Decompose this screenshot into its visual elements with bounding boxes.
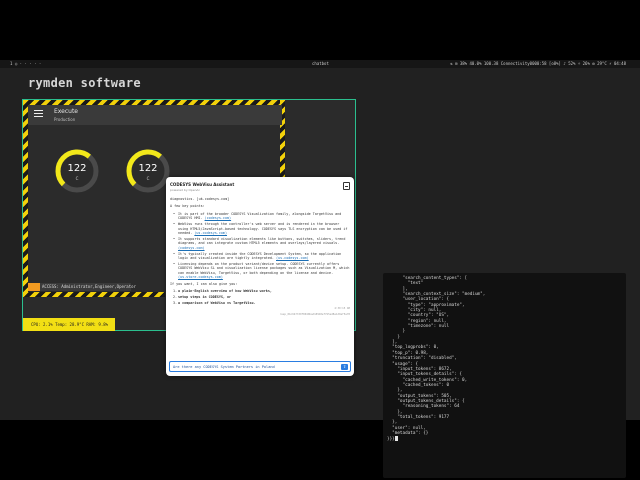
terminal-line: "user_location": { xyxy=(387,297,450,303)
option-text: a comparison of WebVisu vs TargetVisu. xyxy=(178,300,256,305)
response-id: resp_0bc6b77d9f8040bad189d0ef7b5ed8e1d9e… xyxy=(279,312,350,316)
source-link[interactable]: (us.store.codesys.com) xyxy=(178,275,223,279)
chat-header: CODESYS WebVisu Assistant powered by Ope… xyxy=(166,177,354,195)
message-input[interactable] xyxy=(173,363,333,371)
hazard-stripe-left xyxy=(23,100,28,293)
terminal-line: }, xyxy=(387,409,403,415)
hamburger-menu-icon[interactable] xyxy=(34,110,43,118)
list-item: It's typically created inside the CODESY… xyxy=(173,252,350,261)
hazard-stripe-bottom xyxy=(23,292,165,297)
gauge-unit: C xyxy=(146,176,150,181)
user-icon[interactable] xyxy=(28,283,40,291)
terminal-line: "user": null, xyxy=(387,425,426,431)
chat-input-box[interactable]: ⇧ xyxy=(169,361,351,372)
message-time: 4:39:15 AM xyxy=(334,307,350,311)
terminal-line: ], xyxy=(387,286,408,292)
option-text: a plain-English overview of how WebVisu … xyxy=(178,288,272,293)
chat-panel[interactable]: CODESYS WebVisu Assistant powered by Ope… xyxy=(166,177,354,376)
system-tray[interactable]: ⇅ ⊞ 38% 40.0% 100.38 Connectivity0000:58… xyxy=(450,60,626,68)
list-item: 2. setup steps in CODESYS, or xyxy=(173,294,232,299)
temperature-gauge: 122 C xyxy=(54,148,100,194)
terminal-line: "reasoning_tokens": 64 xyxy=(387,404,460,410)
chat-title: CODESYS WebVisu Assistant xyxy=(170,182,235,187)
list-item: It supports standard visualization eleme… xyxy=(173,237,350,250)
source-link[interactable]: (codesys.com) xyxy=(205,216,232,220)
terminal-output: "search_content_types": [ "text" ], "sea… xyxy=(387,276,485,443)
point-text: It's typically created inside the CODESY… xyxy=(178,251,342,260)
terminal-line: }, xyxy=(387,420,398,426)
terminal-line: "output_tokens": 505, xyxy=(387,393,452,399)
hmi-header: Execute Production xyxy=(28,105,282,125)
access-roles: ACCESS: Administrator,Engineer,Operator xyxy=(42,284,136,289)
key-points-list: It is part of the broader CODESYS Visual… xyxy=(173,212,350,280)
point-text: It supports standard visualization eleme… xyxy=(178,236,346,246)
system-status-bar: CPU: 2.1% Temp: 28.9°C RAM: 9.8% xyxy=(23,318,115,331)
point-text: Licensing depends on the product variant… xyxy=(178,261,350,275)
terminal-line: }, xyxy=(387,388,403,394)
minimize-chat-icon[interactable] xyxy=(343,182,350,190)
access-bar: ACCESS: Administrator,Engineer,Operator xyxy=(28,283,136,291)
message-intro: diagnostics. [uk.codesys.com] xyxy=(170,197,230,201)
terminal-line: "region": null, xyxy=(387,318,447,324)
list-item: 3. a comparison of WebVisu vs TargetVisu. xyxy=(173,300,256,305)
terminal-cursor xyxy=(394,436,398,442)
option-text: setup steps in CODESYS, or xyxy=(178,294,232,299)
key-points-label: A few key points: xyxy=(170,204,205,209)
terminal-window[interactable]: "search_content_types": [ "text" ], "sea… xyxy=(383,273,626,478)
point-text: It is part of the broader CODESYS Visual… xyxy=(178,211,342,221)
temperature-gauge: 122 C xyxy=(125,148,171,194)
chat-message: diagnostics. [uk.codesys.com] A few key … xyxy=(170,197,350,362)
screen: 1 ◎ · · · · · chatbot ⇅ ⊞ 38% 40.0% 100.… xyxy=(0,0,640,480)
chat-subtitle: powered by OpenAI xyxy=(170,188,200,192)
terminal-line: "input_tokens_details": { xyxy=(387,372,463,378)
terminal-line: "text" xyxy=(387,281,424,287)
brand-title: rymden software xyxy=(28,76,141,90)
source-link[interactable]: (codesys.com) xyxy=(178,246,205,250)
desktop: rymden software Execute Production 122 C xyxy=(0,68,640,478)
terminal-line: "truncation": "disabled", xyxy=(387,356,457,362)
terminal-line: "country": "US", xyxy=(387,313,450,319)
options-list: 1. a plain-English overview of how WebVis… xyxy=(173,289,350,305)
terminal-line: }}} xyxy=(387,437,395,443)
top-status-bar: 1 ◎ · · · · · chatbot ⇅ ⊞ 38% 40.0% 100.… xyxy=(0,60,640,68)
list-item: WebVisu runs through the controller's we… xyxy=(173,222,350,235)
list-item: Licensing depends on the product variant… xyxy=(173,262,350,280)
hmi-subtitle: Production xyxy=(54,117,76,122)
active-app-title: chatbot xyxy=(312,61,329,66)
terminal-line: "metadata": {} xyxy=(387,430,429,436)
upload-arrow-icon: ⇧ xyxy=(342,364,347,369)
terminal-line: "cached_write_tokens": 0, xyxy=(387,377,468,383)
terminal-line: "top_logprobs": 0, xyxy=(387,345,439,351)
hmi-title: Execute xyxy=(54,108,78,115)
send-button[interactable]: ⇧ xyxy=(341,364,348,370)
gauge-unit: C xyxy=(75,176,79,181)
gauge-value: 122 xyxy=(67,163,87,174)
offer-text: If you want, I can also give you: xyxy=(170,281,238,286)
terminal-line: "type": "approximate", xyxy=(387,302,465,308)
workspace-indicator[interactable]: 1 ◎ · · · · · xyxy=(10,60,41,68)
list-item: It is part of the broader CODESYS Visual… xyxy=(173,212,350,221)
terminal-line: } xyxy=(387,329,406,335)
source-link[interactable]: (us.codesys.com) xyxy=(276,256,309,260)
list-item: 1. a plain-English overview of how WebVis… xyxy=(173,288,272,293)
gauge-value: 122 xyxy=(138,163,158,174)
source-link[interactable]: (us.codesys.com) xyxy=(194,231,227,235)
terminal-line: "usage": { xyxy=(387,361,419,367)
